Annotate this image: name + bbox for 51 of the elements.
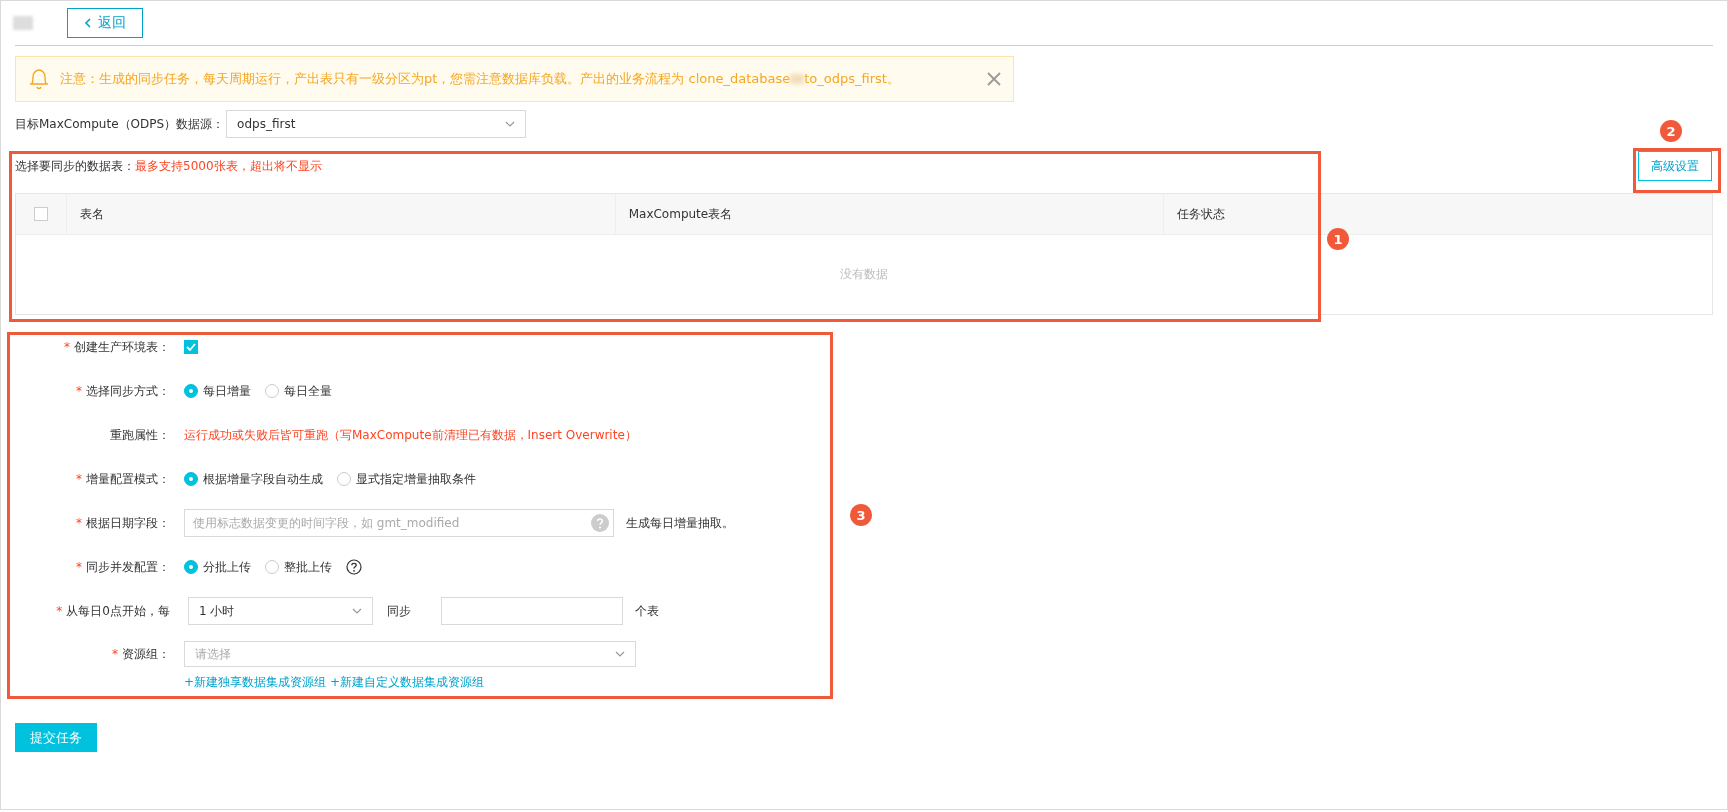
radio-option[interactable]: 每日全量 xyxy=(265,382,332,400)
blurred-logo xyxy=(13,16,33,30)
caret-icon xyxy=(615,651,625,657)
field-suffix: 个表 xyxy=(635,602,659,620)
annotation-number: 3 xyxy=(850,504,872,526)
chevron-left-icon xyxy=(84,18,92,28)
rerun-note: 运行成功或失败后皆可重跑（写MaxCompute前清理已有数据，Insert Overwrite） xyxy=(184,426,637,444)
form-label: 选择同步方式： xyxy=(86,382,170,400)
column-header: 表名 xyxy=(67,194,616,234)
section-label: 选择要同步的数据表：最多支持5000张表，超出将不显示 xyxy=(15,157,322,175)
radio-option[interactable]: 整批上传 xyxy=(265,558,332,576)
notice-text: to_odps_first。 xyxy=(804,70,900,88)
form-label: 同步并发配置： xyxy=(86,558,170,576)
annotation-number: 2 xyxy=(1660,120,1682,142)
bell-icon xyxy=(28,67,50,91)
required-mark: * xyxy=(112,646,118,663)
interval-select[interactable]: 1 小时 xyxy=(188,597,373,625)
datasource-select[interactable]: odps_first xyxy=(226,110,527,138)
date-field-input[interactable]: 使用标志数据变更的时间字段，如 gmt_modified xyxy=(184,509,614,537)
blurred-text xyxy=(790,74,805,84)
sync-label: 同步 xyxy=(387,602,411,620)
empty-message: 没有数据 xyxy=(840,266,888,283)
column-header: MaxCompute表名 xyxy=(615,194,1165,234)
close-icon[interactable] xyxy=(987,72,1001,86)
required-mark: * xyxy=(76,472,82,486)
checkbox[interactable] xyxy=(184,340,198,354)
radio-option[interactable]: 根据增量字段自动生成 xyxy=(184,470,323,488)
select-all-checkbox[interactable] xyxy=(34,207,48,221)
required-mark: * xyxy=(64,340,70,354)
radio-option[interactable]: 显式指定增量抽取条件 xyxy=(337,470,476,488)
field-suffix: 生成每日增量抽取。 xyxy=(626,514,734,532)
form-label: 资源组： xyxy=(122,646,170,663)
required-mark: * xyxy=(76,384,82,398)
required-mark: * xyxy=(56,604,63,618)
form-label: 增量配置模式： xyxy=(86,470,170,488)
form-label: 从每日0点开始，每 xyxy=(66,602,170,620)
form-label: 根据日期字段： xyxy=(86,514,170,532)
notice-text: 注意：生成的同步任务，每天周期运行，产出表只有一级分区为pt，您需注意数据库负载。产出的业务流程为 clone_database xyxy=(60,70,791,88)
form-label: 重跑属性： xyxy=(110,426,170,444)
radio-option[interactable]: 每日增量 xyxy=(184,382,251,400)
caret-icon xyxy=(352,608,362,614)
radio-option[interactable]: 分批上传 xyxy=(184,558,251,576)
caret-icon xyxy=(505,121,516,127)
form-label: 创建生产环境表： xyxy=(74,338,170,356)
annotation-number: 1 xyxy=(1327,228,1349,250)
datasource-label: 目标MaxCompute（ODPS）数据源： xyxy=(15,115,225,133)
help-icon[interactable] xyxy=(346,559,362,575)
table-count-input[interactable] xyxy=(441,597,623,625)
required-mark: * xyxy=(76,560,82,574)
required-mark: * xyxy=(76,516,82,530)
column-header: 任务状态 xyxy=(1176,205,1227,223)
